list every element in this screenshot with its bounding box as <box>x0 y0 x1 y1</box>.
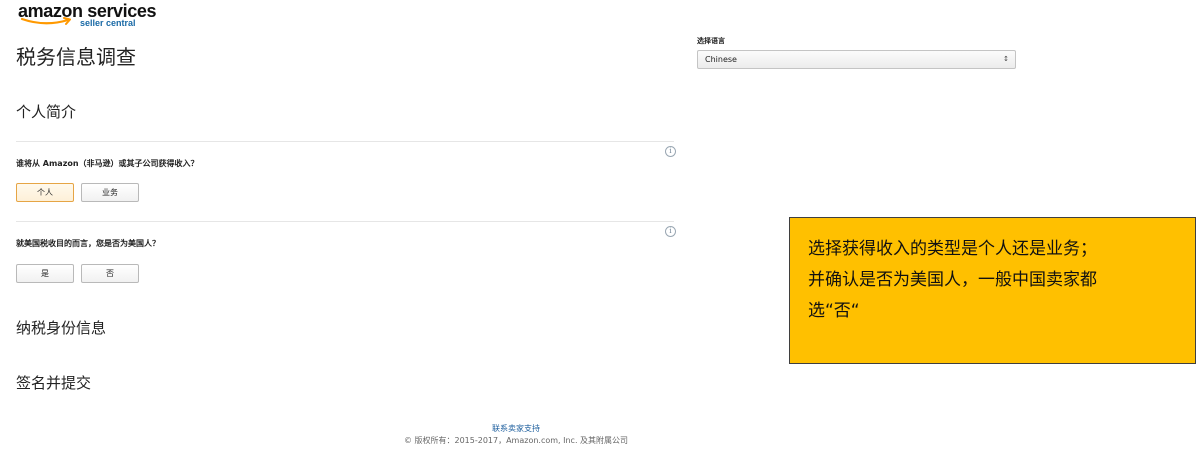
footer-contact-support-link[interactable]: 联系卖家支持 <box>0 423 1032 434</box>
divider <box>16 141 674 142</box>
language-label: 选择语言 <box>697 37 725 45</box>
amazon-services-logo[interactable]: amazon services seller central <box>18 1 156 29</box>
logo-subtitle: seller central <box>80 18 136 28</box>
amazon-smile-icon <box>20 17 71 25</box>
callout-line: 选“否“ <box>808 301 860 321</box>
page-title: 税务信息调查 <box>16 45 136 69</box>
option-business-button[interactable]: 业务 <box>81 183 139 202</box>
info-icon[interactable]: i <box>665 146 676 157</box>
divider <box>16 221 674 222</box>
callout-line: 选择获得收入的类型是个人还是业务； <box>808 239 1097 259</box>
callout-line: 并确认是否为美国人，一般中国卖家都 <box>808 270 1097 290</box>
contact-support-link-text[interactable]: 联系卖家支持 <box>492 424 540 433</box>
question-income-recipient: 谁将从 Amazon（非马逊）或其子公司获得收入？ <box>16 159 199 168</box>
section-heading-profile[interactable]: 个人简介 <box>16 102 76 122</box>
language-selected-value: Chinese <box>705 55 737 64</box>
option-yes-button[interactable]: 是 <box>16 264 74 283</box>
section-heading-sign-submit[interactable]: 签名并提交 <box>16 373 91 393</box>
info-icon[interactable]: i <box>665 226 676 237</box>
chevron-updown-icon: ↕ <box>1003 55 1009 63</box>
annotation-callout: 选择获得收入的类型是个人还是业务； 并确认是否为美国人，一般中国卖家都 选“否“ <box>789 217 1196 364</box>
language-select[interactable]: Chinese ↕ <box>697 50 1016 69</box>
option-individual-button[interactable]: 个人 <box>16 183 74 202</box>
section-heading-tax-identity[interactable]: 纳税身份信息 <box>16 318 106 338</box>
question-us-person: 就美国税收目的而言，您是否为美国人？ <box>16 239 160 248</box>
footer-copyright: © 版权所有：2015-2017，Amazon.com, Inc. 及其附属公司 <box>403 436 629 445</box>
option-no-button[interactable]: 否 <box>81 264 139 283</box>
